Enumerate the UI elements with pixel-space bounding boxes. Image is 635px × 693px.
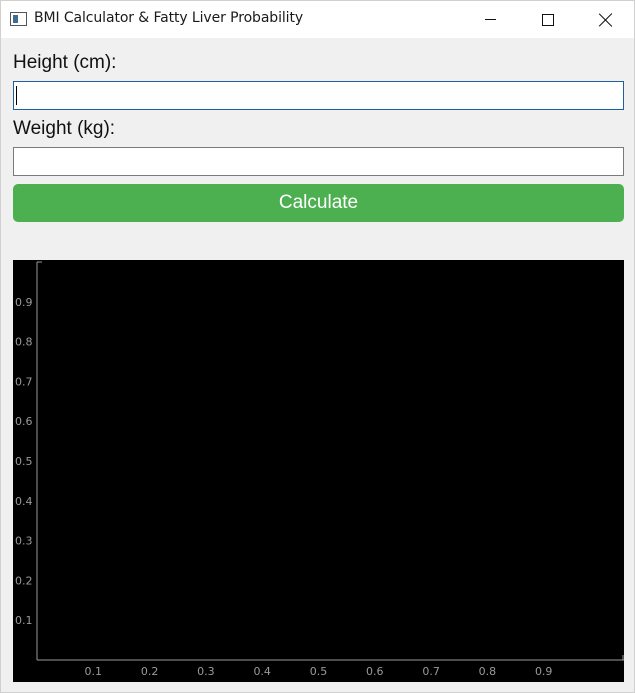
y-tick-label: 0.2 [15, 574, 33, 587]
y-tick-label: 0.8 [15, 336, 33, 349]
app-window-icon [10, 12, 27, 26]
y-tick-label: 0.4 [15, 495, 33, 508]
x-tick-label: 0.3 [197, 665, 215, 678]
maximize-icon [542, 13, 554, 26]
y-tick-label: 0.5 [15, 455, 33, 468]
height-input[interactable] [13, 81, 624, 110]
weight-input[interactable] [13, 147, 624, 176]
x-tick-label: 0.9 [535, 665, 553, 678]
x-tick-label: 0.8 [479, 665, 497, 678]
close-button[interactable] [577, 1, 635, 38]
y-tick-label: 0.1 [15, 614, 33, 627]
window-title: BMI Calculator & Fatty Liver Probability [34, 10, 304, 26]
minimize-button[interactable] [461, 1, 519, 38]
x-tick-label: 0.1 [85, 665, 103, 678]
probability-plot[interactable]: 0.1 0.2 0.3 0.4 0.5 0.6 0.7 0.8 0.9 0.9 0.8 0.7 0.6 0… [13, 260, 624, 682]
text-caret [16, 86, 17, 105]
minimize-icon [484, 19, 496, 20]
x-tick-label: 0.6 [366, 665, 384, 678]
calculate-button[interactable]: Calculate [13, 184, 624, 222]
app-window: BMI Calculator & Fatty Liver Probability… [0, 0, 635, 693]
height-label: Height (cm): [13, 52, 117, 73]
x-tick-label: 0.7 [422, 665, 440, 678]
weight-label: Weight (kg): [13, 118, 116, 139]
y-tick-label: 0.6 [15, 415, 33, 428]
maximize-button[interactable] [519, 1, 577, 38]
x-tick-label: 0.2 [141, 665, 159, 678]
title-bar[interactable]: BMI Calculator & Fatty Liver Probability [1, 1, 634, 38]
x-tick-label: 0.4 [253, 665, 271, 678]
y-tick-label: 0.9 [15, 296, 33, 309]
x-tick-label: 0.5 [310, 665, 328, 678]
y-tick-label: 0.7 [15, 375, 33, 388]
plot-canvas: 0.1 0.2 0.3 0.4 0.5 0.6 0.7 0.8 0.9 0.9 0.8 0.7 0.6 0… [15, 261, 624, 678]
y-tick-label: 0.3 [15, 535, 33, 548]
close-icon [599, 13, 613, 27]
